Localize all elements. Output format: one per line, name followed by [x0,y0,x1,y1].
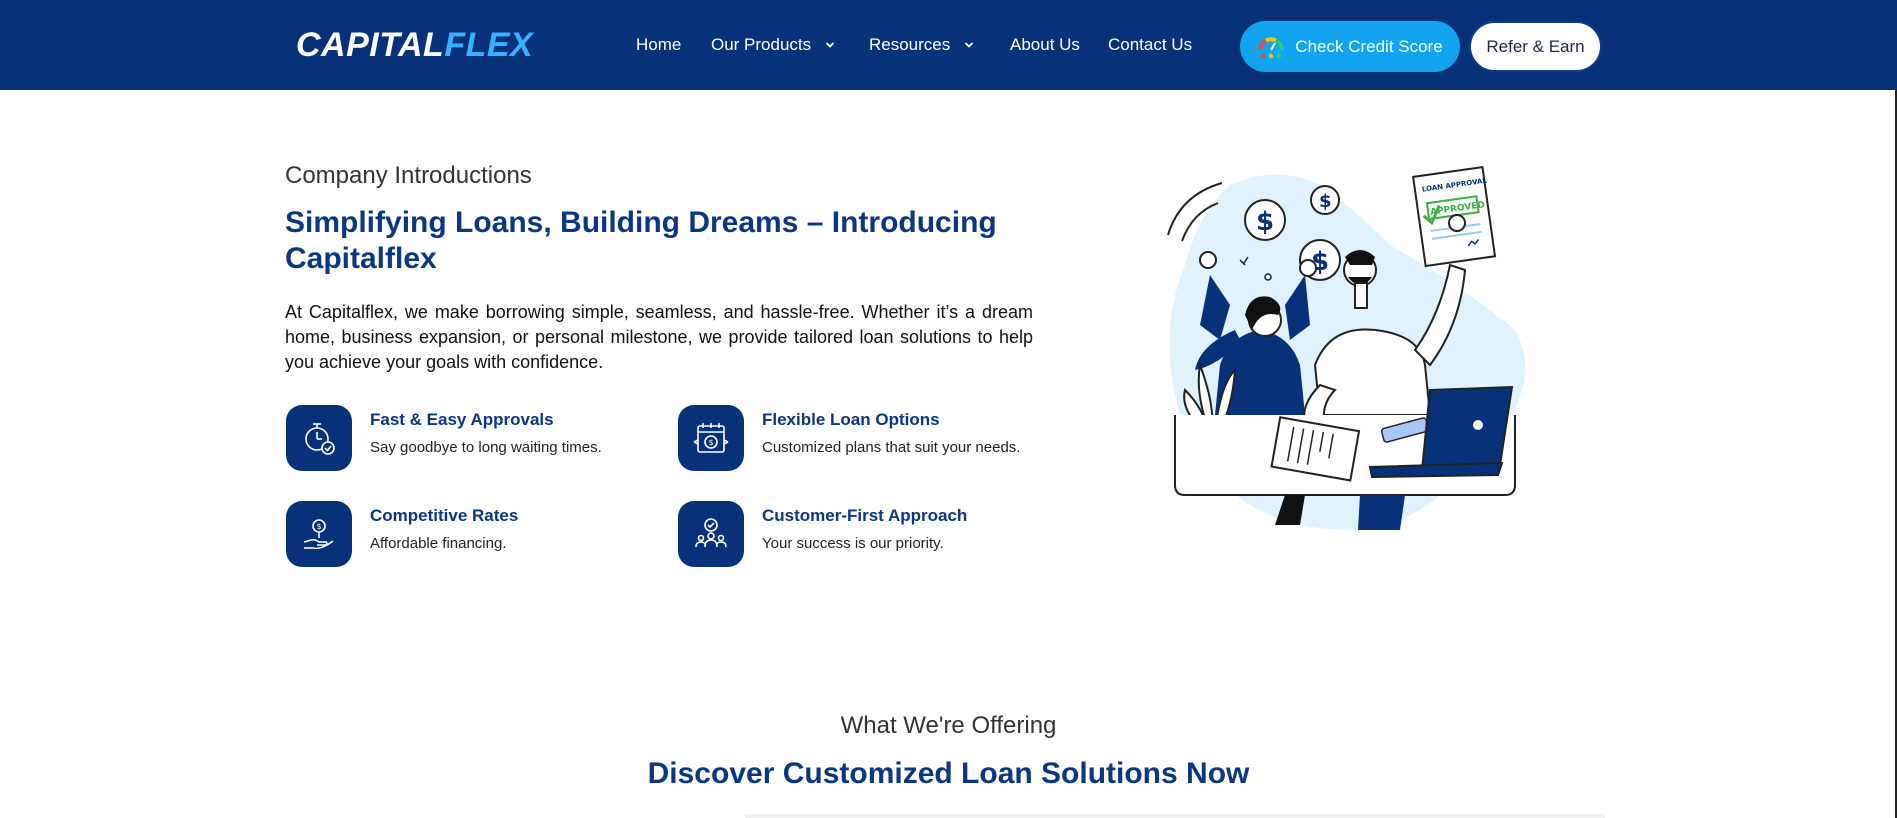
feature-description: Your success is our priority. [762,535,944,552]
capitalflex-logo[interactable]: CAPITALFLEX [296,26,533,64]
nav-our-products-label: Our Products [711,35,812,54]
nav-contact-us[interactable]: Contact Us [1108,34,1192,56]
svg-text:$: $ [709,438,714,447]
feature-title: Flexible Loan Options [762,410,940,429]
refer-and-earn-button[interactable]: Refer & Earn [1469,21,1602,72]
clock-check-icon [286,405,352,471]
nav-home-label: Home [636,35,682,54]
nav-about-us-label: About Us [1010,35,1080,54]
chevron-down-icon [826,42,835,48]
check-credit-score-button[interactable]: Check Credit Score [1240,21,1460,72]
check-credit-score-label: Check Credit Score [1295,36,1443,56]
loan-approval-illustration: $ $ $ LOAN APPROVAL APPROVED [1160,165,1540,535]
credit-meter-icon [1258,36,1285,58]
feature-fast-approvals: Fast & Easy Approvals Say goodbye to lon… [286,405,602,471]
nav-about-us[interactable]: About Us [1010,34,1080,56]
nav-resources[interactable]: Resources [869,34,974,56]
feature-title: Customer-First Approach [762,506,968,525]
customer-group-icon [678,501,744,567]
feature-customer-first: Customer-First Approach Your success is … [678,501,967,567]
feature-description: Customized plans that suit your needs. [762,439,1021,456]
hand-coin-icon: $ [286,501,352,567]
nav-our-products[interactable]: Our Products [711,34,835,56]
intro-eyebrow: Company Introductions [285,162,532,189]
feature-competitive-rates: $ Competitive Rates Affordable financing… [286,501,518,567]
feature-description: Affordable financing. [370,535,507,552]
offering-title: Discover Customized Loan Solutions Now [647,757,1250,790]
nav-contact-us-label: Contact Us [1108,35,1193,54]
nav-resources-label: Resources [869,35,951,54]
svg-text:$: $ [317,522,322,531]
nav-home[interactable]: Home [636,34,681,56]
offering-card-top-edge [745,814,1605,818]
svg-text:$: $ [1256,207,1274,237]
offering-eyebrow: What We're Offering [840,712,1057,739]
feature-flexible-options: $ Flexible Loan Options Customized plans… [678,405,1020,471]
chevron-down-icon [965,42,974,48]
calendar-money-icon: $ [678,405,744,471]
intro-description: At Capitalflex, we make borrowing simple… [285,302,1033,372]
feature-title: Competitive Rates [370,506,519,525]
intro-title: Simplifying Loans, Building Dreams – Int… [285,206,997,275]
feature-description: Say goodbye to long waiting times. [370,439,602,456]
refer-and-earn-label: Refer & Earn [1486,36,1585,56]
feature-title: Fast & Easy Approvals [370,410,554,429]
top-navigation-bar: CAPITALFLEX Home Our Products Resources … [0,0,1897,90]
svg-text:$: $ [1319,191,1332,212]
